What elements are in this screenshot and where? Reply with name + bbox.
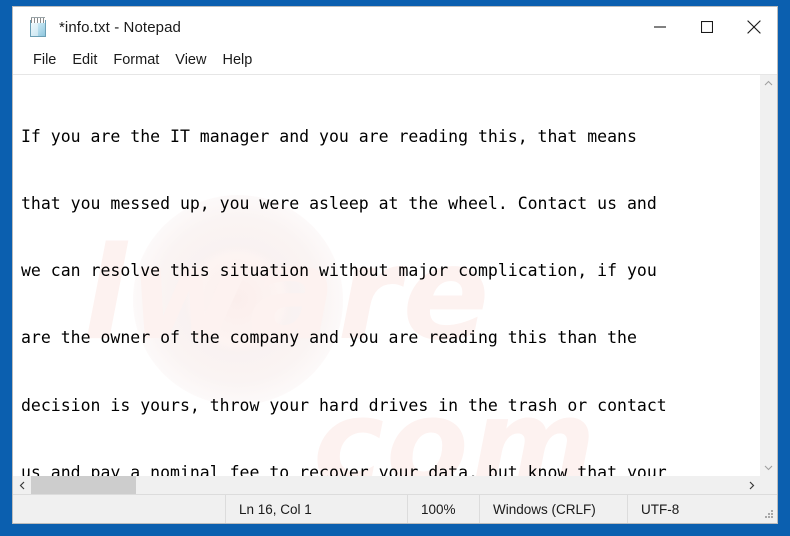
- menu-bar: File Edit Format View Help: [13, 47, 777, 75]
- scroll-up-button[interactable]: [760, 75, 777, 92]
- text-line: us and pay a nominal fee to recover your…: [21, 462, 667, 476]
- status-encoding: UTF-8: [627, 495, 777, 523]
- notepad-icon-rings: [31, 16, 45, 23]
- notepad-icon: [29, 16, 48, 38]
- chevron-up-icon: [764, 80, 773, 86]
- status-line-column: Ln 16, Col 1: [225, 495, 407, 523]
- maximize-button[interactable]: [683, 7, 730, 47]
- menu-item-help[interactable]: Help: [214, 49, 260, 72]
- menu-item-file[interactable]: File: [25, 49, 64, 72]
- scroll-down-button[interactable]: [760, 459, 777, 476]
- editor-region: lware com If you are the IT manager and …: [13, 75, 777, 476]
- close-icon: [746, 20, 761, 34]
- text-line: that you messed up, you were asleep at t…: [21, 194, 657, 214]
- status-zoom-level: 100%: [407, 495, 479, 523]
- menu-item-edit[interactable]: Edit: [64, 49, 105, 72]
- notepad-icon-shine: [31, 21, 38, 36]
- minimize-icon: [653, 26, 666, 28]
- text-line: we can resolve this situation without ma…: [21, 261, 657, 281]
- vertical-scrollbar-track[interactable]: [760, 92, 777, 459]
- text-line: are the owner of the company and you are…: [21, 328, 637, 348]
- chevron-left-icon: [19, 481, 24, 489]
- window-title: *info.txt - Notepad: [59, 18, 181, 36]
- chevron-down-icon: [764, 465, 773, 471]
- minimize-button[interactable]: [636, 7, 683, 47]
- close-button[interactable]: [730, 7, 777, 47]
- text-editor[interactable]: lware com If you are the IT manager and …: [13, 75, 759, 476]
- title-bar-left: *info.txt - Notepad: [13, 16, 636, 38]
- text-content[interactable]: If you are the IT manager and you are re…: [13, 75, 758, 476]
- text-line: decision is yours, throw your hard drive…: [21, 395, 667, 415]
- vertical-scrollbar[interactable]: [759, 75, 777, 476]
- status-bar: Ln 16, Col 1 100% Windows (CRLF) UTF-8: [13, 494, 777, 523]
- chevron-right-icon: [749, 481, 754, 489]
- status-spacer: [13, 495, 225, 523]
- maximize-icon: [700, 21, 713, 33]
- text-line: If you are the IT manager and you are re…: [21, 126, 637, 146]
- notepad-window: *info.txt - Notepad File Edit Format Vie…: [12, 6, 778, 524]
- menu-item-view[interactable]: View: [167, 49, 214, 72]
- status-line-ending: Windows (CRLF): [479, 495, 627, 523]
- title-bar[interactable]: *info.txt - Notepad: [13, 7, 777, 47]
- resize-grip-icon[interactable]: [762, 508, 774, 520]
- scroll-left-button[interactable]: [13, 476, 31, 494]
- menu-item-format[interactable]: Format: [105, 49, 167, 72]
- scroll-right-button[interactable]: [742, 476, 760, 494]
- desktop-background: *info.txt - Notepad File Edit Format Vie…: [0, 0, 790, 536]
- horizontal-scrollbar-thumb[interactable]: [31, 476, 136, 494]
- window-controls: [636, 7, 777, 47]
- scrollbar-corner: [760, 476, 777, 494]
- horizontal-scrollbar-track[interactable]: [31, 476, 742, 494]
- horizontal-scrollbar[interactable]: [13, 476, 777, 494]
